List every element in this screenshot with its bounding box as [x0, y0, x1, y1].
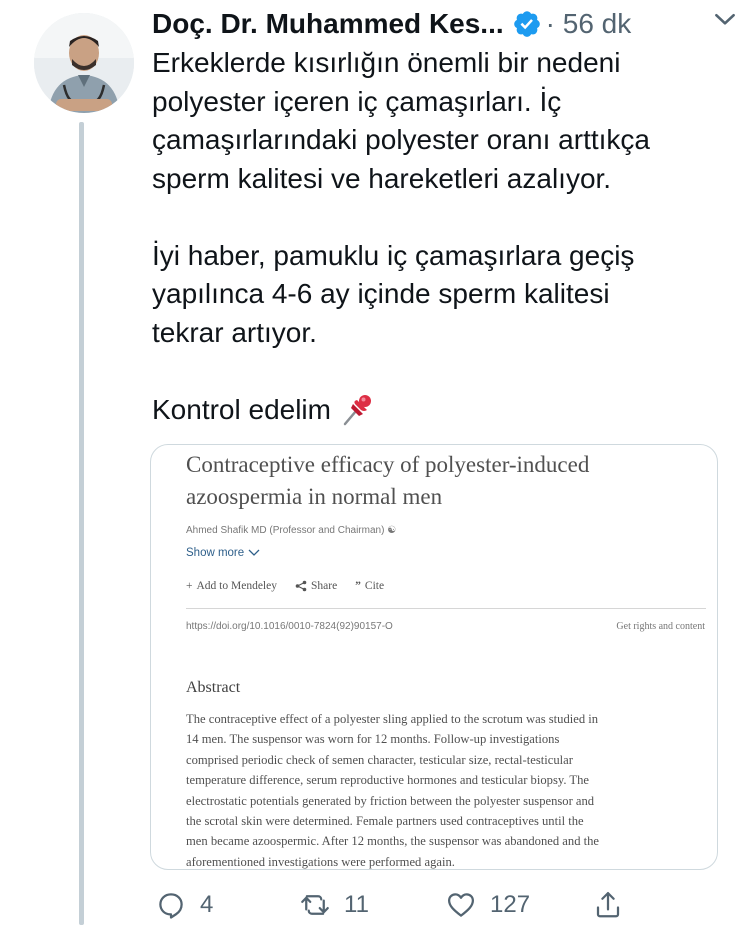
- tweet-line: İyi haber, pamuklu iç çamaşırlara geçiş: [152, 239, 635, 271]
- abstract-line: 14 men. The suspensor was worn for 12 mo…: [186, 732, 560, 747]
- tweet-line: yapılınca 4-6 ay içinde sperm kalitesi: [152, 278, 610, 309]
- like-count: 127: [490, 891, 531, 918]
- tweet-closing-line: Kontrol edelim: [152, 391, 732, 430]
- share-button[interactable]: [593, 890, 623, 920]
- chevron-down-icon[interactable]: [712, 6, 738, 32]
- plus-icon: +: [186, 580, 193, 592]
- abstract-body: The contraceptive effect of a polyester …: [186, 709, 706, 869]
- article-actions: + Add to Mendeley Share ” Cite: [186, 580, 384, 592]
- article-title-line: azoospermia in normal men: [186, 484, 443, 509]
- cite-label: Cite: [364, 580, 385, 592]
- card-divider: [186, 608, 706, 609]
- tweet-line: çamaşırlarındaki polyester oranı arttıkç…: [152, 124, 650, 155]
- link-card-article[interactable]: Contraceptive efficacy of polyester-indu…: [150, 444, 718, 870]
- person-icon: ☯: [387, 525, 397, 536]
- abstract-line: temperature difference, serum reproducti…: [186, 773, 589, 788]
- verified-badge-icon: [513, 11, 540, 37]
- article-author-name: Ahmed Shafik MD (Professor and Chairman): [186, 525, 385, 536]
- share-icon: [295, 580, 307, 592]
- tweet-line: polyester içeren iç çamaşırları. İç: [152, 85, 562, 117]
- share-label: Share: [310, 580, 338, 592]
- add-to-mendeley-link[interactable]: + Add to Mendeley: [186, 580, 277, 592]
- retweet-count: 11: [344, 891, 369, 918]
- tweet-header: Doç. Dr. Muhammed Kes... · 56 dk: [152, 6, 742, 42]
- abstract-line: aforementioned investigations were perfo…: [186, 854, 455, 869]
- tweet-action-bar: 4 11 127: [150, 890, 670, 924]
- doi-link[interactable]: https://doi.org/10.1016/0010-7824(92)901…: [186, 621, 393, 632]
- abstract-line: comprised periodic check of semen charac…: [186, 752, 573, 767]
- show-more-label: Show more: [186, 547, 245, 559]
- abstract-heading: Abstract: [186, 679, 241, 696]
- chevron-down-icon: [248, 549, 260, 556]
- tweet-text: Erkeklerde kısırlığın önemli bir nedeni …: [152, 44, 732, 429]
- abstract-line: men became azoospermic. After 12 months,…: [186, 834, 600, 849]
- quote-icon: ”: [355, 580, 361, 592]
- tweet-line: sperm kalitesi ve hareketleri azalıyor.: [152, 162, 612, 194]
- pushpin-icon: [343, 394, 371, 425]
- heart-icon: [448, 893, 474, 917]
- rights-link[interactable]: Get rights and content: [616, 621, 705, 632]
- reply-button[interactable]: 4: [156, 890, 213, 920]
- share-icon: [596, 892, 620, 918]
- tweet-timestamp[interactable]: · 56 dk: [546, 8, 632, 40]
- retweet-icon: [301, 895, 329, 915]
- reply-icon: [159, 893, 183, 919]
- author-name[interactable]: Doç. Dr. Muhammed Kes...: [152, 8, 504, 40]
- add-to-mendeley-label: Add to Mendeley: [196, 580, 277, 592]
- show-more-link[interactable]: Show more: [186, 547, 260, 559]
- article-title: Contraceptive efficacy of polyester-indu…: [186, 449, 706, 513]
- thread-line: [79, 122, 84, 925]
- author-avatar[interactable]: [34, 13, 134, 113]
- article-authors: Ahmed Shafik MD (Professor and Chairman)…: [186, 525, 396, 536]
- article-title-line: Contraceptive efficacy of polyester-indu…: [186, 452, 590, 477]
- abstract-line: the scrotal skin were determined. Female…: [186, 814, 584, 829]
- cite-link[interactable]: ” Cite: [355, 580, 384, 592]
- avatar-photo: [34, 13, 134, 113]
- retweet-button[interactable]: 11: [300, 890, 369, 920]
- tweet-line: tekrar artıyor.: [152, 316, 317, 348]
- tweet-closing-text: Kontrol edelim: [152, 393, 331, 425]
- abstract-line: The contraceptive effect of a polyester …: [186, 712, 599, 726]
- tweet-line: Erkeklerde kısırlığın önemli bir nedeni: [152, 47, 621, 78]
- reply-count: 4: [200, 891, 214, 918]
- like-button[interactable]: 127: [446, 890, 530, 920]
- share-link[interactable]: Share: [295, 580, 337, 592]
- abstract-line: electrostatic potentials generated by fr…: [186, 793, 595, 808]
